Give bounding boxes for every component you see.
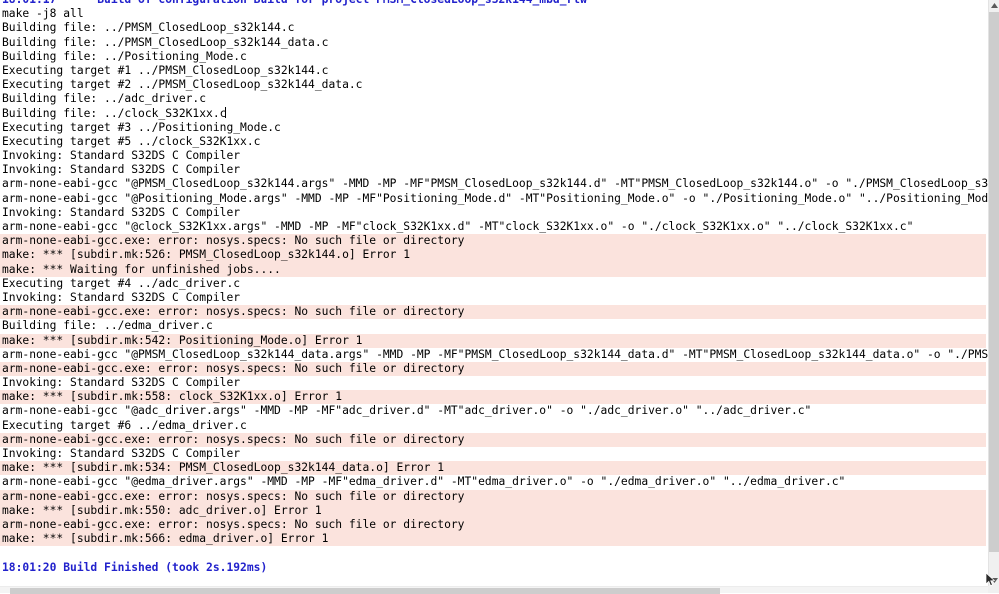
console-line-text: arm-none-eabi-gcc "@clock_S32K1xx.args" … [2,220,914,233]
console-line: Building file: ../PMSM_ClosedLoop_s32k14… [0,21,988,35]
console-line: make -j8 all [0,7,988,21]
console-line-text: Executing target #6 ../edma_driver.c [2,418,247,432]
console-line-text: make: *** [subdir.mk:566: edma_driver.o]… [2,532,329,546]
console-line: arm-none-eabi-gcc.exe: error: nosys.spec… [0,517,986,533]
console-line-text: arm-none-eabi-gcc.exe: error: nosys.spec… [2,517,465,531]
scrollbar-corner [988,586,999,593]
console-line: arm-none-eabi-gcc.exe: error: nosys.spec… [0,305,986,320]
console-line-text: arm-none-eabi-gcc.exe: error: nosys.spec… [2,432,465,446]
console-line-text: arm-none-eabi-gcc "@adc_driver.args" -MM… [2,404,812,418]
console-line: Building file: ../Positioning_Mode.c [0,50,988,64]
console-line-text: make -j8 all [2,7,84,21]
console-line: make: *** [subdir.mk:558: clock_S32K1xx.… [0,390,986,405]
console-line: Invoking: Standard S32DS C Compiler [0,376,988,390]
console-panel: 18:01:17 **** Build of configuration Bui… [0,0,999,594]
console-line: 18:01:20 Build Finished (took 2s.192ms) [0,561,988,575]
console-line: Building file: ../PMSM_ClosedLoop_s32k14… [0,36,988,50]
console-line: Invoking: Standard S32DS C Compiler [0,447,988,461]
console-line-text: Invoking: Standard S32DS C Compiler [2,447,241,460]
console-line-text: 18:01:17 **** Build of configuration Bui… [2,0,621,6]
text-caret [225,106,227,118]
scroll-down-button[interactable] [989,575,999,586]
console-line-text: Building file: ../Positioning_Mode.c [2,49,247,63]
console-line-text: Building file: ../edma_driver.c [2,319,213,333]
console-line-text: arm-none-eabi-gcc.exe: error: nosys.spec… [2,489,465,503]
console-line-text: make: *** Waiting for unfinished jobs...… [2,262,281,276]
console-line-text: make: *** [subdir.mk:542: Positioning_Mo… [2,333,363,347]
console-line: make: *** [subdir.mk:534: PMSM_ClosedLoo… [0,461,986,476]
chevron-up-icon [991,3,998,8]
console-line: arm-none-eabi-gcc "@clock_S32K1xx.args" … [0,220,988,234]
console-line: Invoking: Standard S32DS C Compiler [0,206,988,220]
console-line: Executing target #3 ../Positioning_Mode.… [0,121,988,135]
vertical-scrollbar[interactable] [988,0,999,586]
console-line: arm-none-eabi-gcc "@PMSM_ClosedLoop_s32k… [0,177,988,191]
console-line-text: Building file: ../PMSM_ClosedLoop_s32k14… [2,21,295,35]
console-line: Invoking: Standard S32DS C Compiler [0,149,988,163]
console-line: Building file: ../clock_S32K1xx.c [0,106,988,121]
console-line: arm-none-eabi-gcc "@adc_driver.args" -MM… [0,404,988,418]
console-line: Invoking: Standard S32DS C Compiler [0,291,988,305]
console-line-text: arm-none-eabi-gcc "@Positioning_Mode.arg… [2,191,988,205]
console-line: Executing target #2 ../PMSM_ClosedLoop_s… [0,78,988,92]
console-line-text: make: *** [subdir.mk:558: clock_S32K1xx.… [2,390,343,404]
console-line-text: Executing target #4 ../adc_driver.c [2,276,241,290]
console-line-text: Invoking: Standard S32DS C Compiler [2,376,241,390]
console-line: Executing target #4 ../adc_driver.c [0,277,988,291]
console-line: arm-none-eabi-gcc.exe: error: nosys.spec… [0,361,986,377]
console-line-text: arm-none-eabi-gcc.exe: error: nosys.spec… [2,361,465,375]
chevron-down-icon [991,578,998,583]
console-line: Invoking: Standard S32DS C Compiler [0,163,988,177]
console-line-text: arm-none-eabi-gcc.exe: error: nosys.spec… [2,234,465,248]
console-line: arm-none-eabi-gcc.exe: error: nosys.spec… [0,234,986,249]
console-line-text: Building file: ../adc_driver.c [2,92,207,106]
console-line: make: *** [subdir.mk:550: adc_driver.o] … [0,503,986,518]
console-line: arm-none-eabi-gcc "@edma_driver.args" -M… [0,475,988,489]
console-line-text: Building file: ../PMSM_ClosedLoop_s32k14… [2,35,329,49]
console-line-text: make: *** [subdir.mk:550: adc_driver.o] … [2,503,322,517]
console-line: Building file: ../edma_driver.c [0,319,988,333]
console-line-text: arm-none-eabi-gcc.exe: error: nosys.spec… [2,305,465,319]
console-line: 18:01:17 **** Build of configuration Bui… [0,0,988,7]
scroll-up-button[interactable] [989,0,999,11]
horizontal-scrollbar[interactable] [0,586,988,594]
console-line: Building file: ../adc_driver.c [0,92,988,106]
console-line-text: 18:01:20 Build Finished (took 2s.192ms) [2,560,268,574]
console-line-text: make: *** [subdir.mk:526: PMSM_ClosedLoo… [2,248,411,262]
console-line: arm-none-eabi-gcc.exe: error: nosys.spec… [0,489,986,504]
console-line [0,546,988,561]
console-line-text: arm-none-eabi-gcc "@PMSM_ClosedLoop_s32k… [2,347,988,361]
console-line-text: Executing target #2 ../PMSM_ClosedLoop_s… [2,78,363,92]
console-line-text: Invoking: Standard S32DS C Compiler [2,163,241,177]
console-line-text: arm-none-eabi-gcc "@edma_driver.args" -M… [2,475,846,489]
console-line-text: Executing target #5 ../clock_S32K1xx.c [2,134,261,148]
console-line-text: arm-none-eabi-gcc "@PMSM_ClosedLoop_s32k… [2,177,988,191]
console-line-text: Invoking: Standard S32DS C Compiler [2,290,241,304]
console-output-text[interactable]: 18:01:17 **** Build of configuration Bui… [0,0,988,586]
console-line: Executing target #1 ../PMSM_ClosedLoop_s… [0,64,988,78]
console-line-text: Executing target #1 ../PMSM_ClosedLoop_s… [2,63,329,77]
console-line: make: *** [subdir.mk:566: edma_driver.o]… [0,532,986,547]
console-line: make: *** Waiting for unfinished jobs...… [0,262,986,277]
console-line: arm-none-eabi-gcc "@PMSM_ClosedLoop_s32k… [0,348,988,362]
console-line-text: Invoking: Standard S32DS C Compiler [2,149,241,163]
console-line: Executing target #6 ../edma_driver.c [0,419,988,433]
console-line: make: *** [subdir.mk:526: PMSM_ClosedLoo… [0,248,986,263]
console-line: arm-none-eabi-gcc "@Positioning_Mode.arg… [0,192,988,206]
horizontal-scroll-thumb[interactable] [10,588,720,594]
console-line: make: *** [subdir.mk:542: Positioning_Mo… [0,333,986,348]
console-line-text: Building file: ../clock_S32K1xx.c [2,106,227,120]
console-line-text: Executing target #3 ../Positioning_Mode.… [2,120,281,134]
console-line: arm-none-eabi-gcc.exe: error: nosys.spec… [0,432,986,447]
vertical-scroll-thumb[interactable] [989,12,999,552]
console-line: Executing target #5 ../clock_S32K1xx.c [0,135,988,149]
console-line-text: make: *** [subdir.mk:534: PMSM_ClosedLoo… [2,461,445,475]
console-line-text: Invoking: Standard S32DS C Compiler [2,205,241,219]
